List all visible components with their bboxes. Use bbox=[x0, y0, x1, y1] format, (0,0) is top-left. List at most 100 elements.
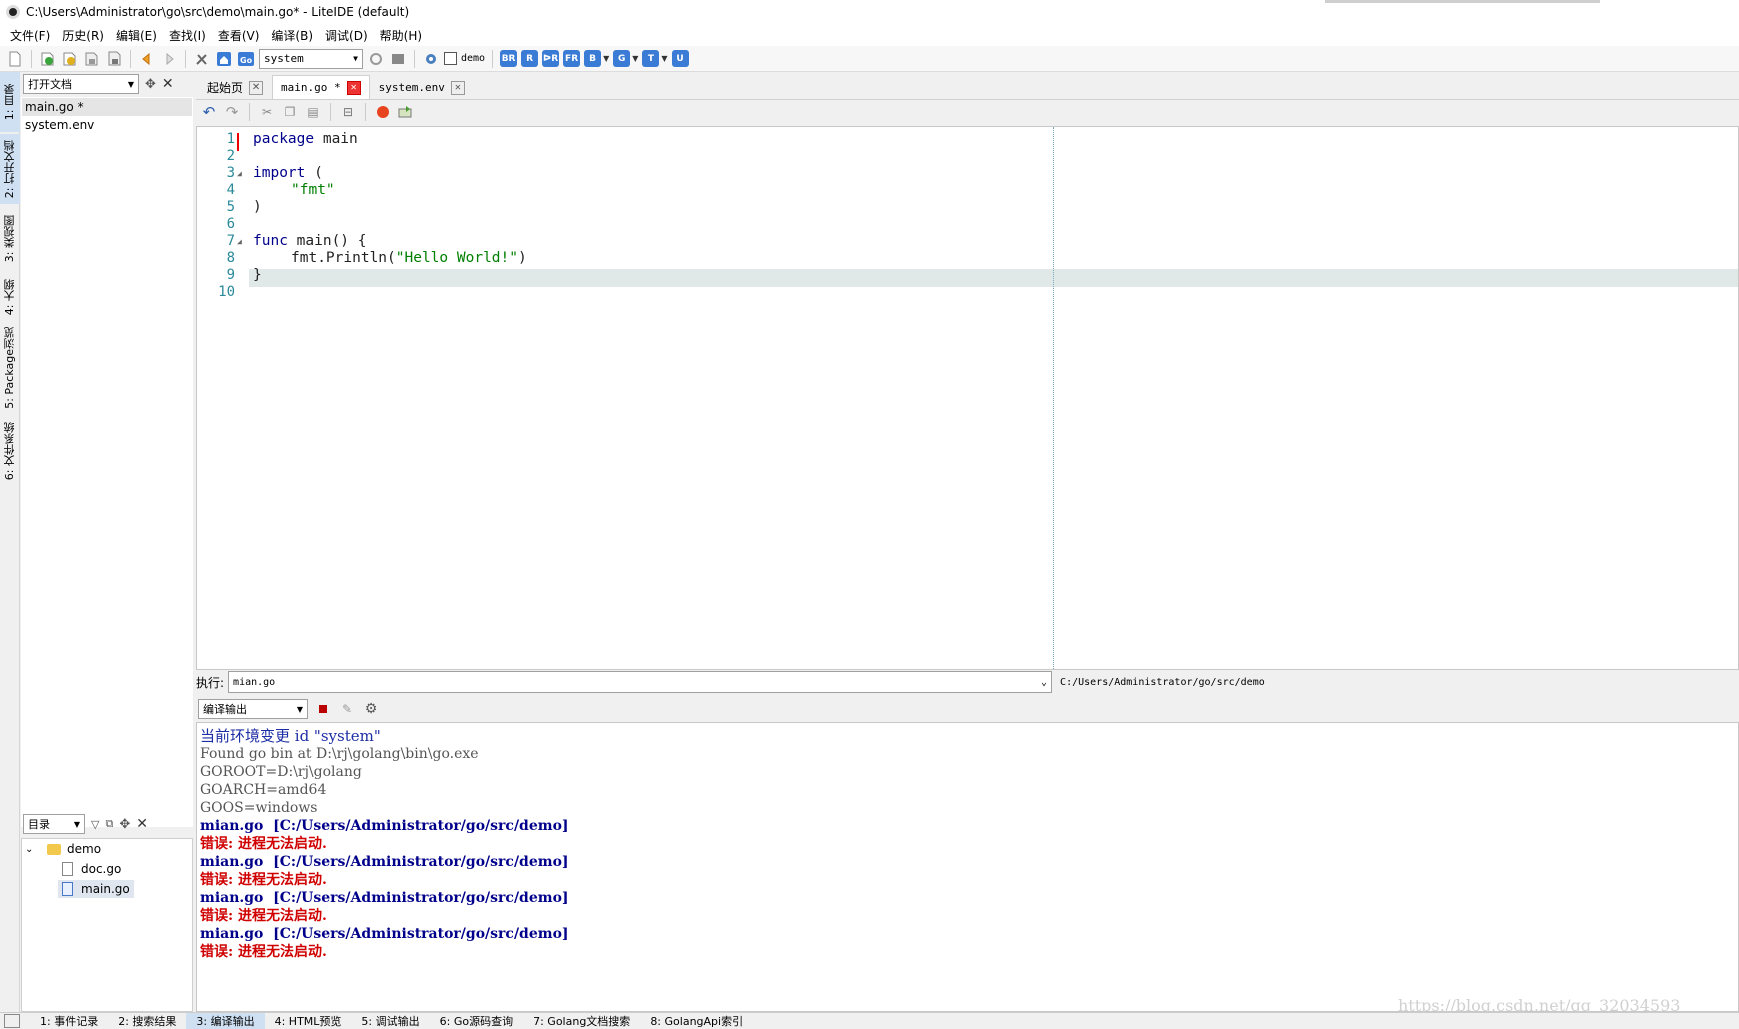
modified-line-marker bbox=[237, 133, 239, 151]
copy-icon[interactable]: ❐ bbox=[281, 103, 299, 121]
run-command-input[interactable]: mian.go ⌄ bbox=[228, 671, 1053, 693]
open-docs-list: main.go * system.env bbox=[21, 97, 193, 827]
tree-node-main-go[interactable]: main.go bbox=[22, 879, 192, 899]
file-run-button[interactable]: FR bbox=[563, 50, 581, 67]
chevron-down-icon[interactable]: ⌄ bbox=[25, 844, 41, 855]
menu-find[interactable]: 查找(I) bbox=[163, 27, 212, 44]
gear-icon[interactable]: ⚙ bbox=[362, 700, 380, 718]
toggle-panels-icon[interactable] bbox=[4, 1013, 20, 1028]
home-icon[interactable] bbox=[215, 50, 233, 68]
right-margin-guide bbox=[1053, 127, 1054, 669]
stop-icon[interactable] bbox=[314, 700, 332, 718]
open-docs-select[interactable]: 打开文档 ▼ bbox=[23, 74, 139, 94]
run-button[interactable]: R bbox=[521, 50, 539, 67]
status-tab[interactable]: 3: 编译输出 bbox=[186, 1012, 265, 1029]
new-file-icon[interactable] bbox=[6, 50, 24, 68]
tree-node-demo[interactable]: ⌄ demo bbox=[22, 839, 192, 859]
open-file-icon[interactable] bbox=[39, 50, 57, 68]
menu-edit[interactable]: 编辑(E) bbox=[110, 27, 163, 44]
filter-icon[interactable]: ▽ bbox=[91, 818, 99, 831]
env-select[interactable]: system ▼ bbox=[259, 48, 363, 69]
cut-icon[interactable]: ✂ bbox=[258, 103, 276, 121]
get-button[interactable]: G bbox=[613, 50, 631, 67]
demo-checkbox[interactable] bbox=[444, 52, 457, 65]
run-terminal-button[interactable]: ᐅR bbox=[542, 50, 560, 67]
output-line: 当前环境变更 id "system" bbox=[200, 727, 381, 745]
back-icon[interactable] bbox=[138, 50, 156, 68]
status-tab[interactable]: 2: 搜索结果 bbox=[108, 1013, 186, 1029]
side-tab-directory[interactable]: 1: 目录 bbox=[0, 72, 20, 132]
side-tab-package-browser[interactable]: 5: Package浏览 bbox=[0, 326, 20, 410]
side-tab-filesystem[interactable]: 6: 文件系统 bbox=[0, 416, 20, 486]
float-panel-icon[interactable]: ✥ bbox=[145, 77, 156, 92]
tools-icon[interactable] bbox=[193, 50, 211, 68]
lock-icon[interactable]: ⊟ bbox=[339, 103, 357, 121]
clear-output-icon[interactable]: ✎ bbox=[338, 700, 356, 718]
status-tab[interactable]: 6: Go源码查询 bbox=[430, 1013, 523, 1029]
code-editor[interactable]: 1 2 3 ◢ 4 5 6 7 ◢ 8 9 10 package main im… bbox=[196, 126, 1739, 670]
gear-icon[interactable] bbox=[422, 50, 440, 68]
side-tab-open-docs[interactable]: 2: 打开文档 bbox=[0, 134, 20, 204]
go-icon[interactable]: Go bbox=[237, 50, 255, 68]
list-item[interactable]: main.go * bbox=[22, 98, 192, 116]
chevron-down-icon[interactable]: ▼ bbox=[661, 54, 667, 63]
float-panel-icon[interactable]: ✥ bbox=[119, 817, 130, 832]
status-tab[interactable]: 4: HTML预览 bbox=[265, 1013, 352, 1029]
menu-help[interactable]: 帮助(H) bbox=[374, 27, 428, 44]
build-and-run-button[interactable]: BR bbox=[500, 50, 518, 67]
status-tab[interactable]: 5: 调试输出 bbox=[351, 1013, 429, 1029]
tab-start-page[interactable]: 起始页 ✕ bbox=[198, 75, 272, 99]
menu-history[interactable]: 历史(R) bbox=[56, 27, 110, 44]
export-icon[interactable] bbox=[397, 103, 415, 121]
menu-build[interactable]: 编译(B) bbox=[265, 27, 319, 44]
code-line-9: } bbox=[253, 267, 262, 283]
dir-select[interactable]: 目录 ▼ bbox=[23, 814, 85, 834]
save-icon[interactable] bbox=[83, 50, 101, 68]
menu-file[interactable]: 文件(F) bbox=[4, 27, 56, 44]
line-number: 2 bbox=[226, 148, 235, 164]
status-tab[interactable]: 8: GolangApi索引 bbox=[640, 1013, 753, 1029]
update-button[interactable]: U bbox=[671, 50, 689, 67]
tab-main-go[interactable]: main.go * ✕ bbox=[272, 75, 370, 99]
chevron-down-icon[interactable]: ▼ bbox=[632, 54, 638, 63]
paste-icon[interactable]: ▤ bbox=[304, 103, 322, 121]
close-icon[interactable]: ✕ bbox=[450, 80, 465, 95]
close-icon[interactable]: ✕ bbox=[162, 76, 174, 92]
tab-system-env[interactable]: system.env ✕ bbox=[370, 75, 474, 99]
status-tab[interactable]: 7: Golang文档搜索 bbox=[523, 1013, 640, 1029]
forward-icon[interactable] bbox=[160, 50, 178, 68]
side-tab-outline[interactable]: 4: 大纲 bbox=[0, 272, 20, 322]
output-text[interactable]: 当前环境变更 id "system" Found go bin at D:\rj\… bbox=[196, 722, 1739, 1012]
refresh-env-icon[interactable] bbox=[367, 50, 385, 68]
output-select[interactable]: 编译输出 ▼ bbox=[198, 699, 308, 719]
side-tab-class-view[interactable]: 3: 类视图 bbox=[0, 208, 20, 270]
fold-arrow-icon[interactable]: ◢ bbox=[237, 237, 242, 246]
redo-icon[interactable]: ↷ bbox=[223, 103, 241, 121]
env-edit-icon[interactable] bbox=[389, 50, 407, 68]
tab-label: system.env bbox=[378, 81, 445, 94]
chevron-down-icon[interactable]: ▼ bbox=[603, 54, 609, 63]
menu-view[interactable]: 查看(V) bbox=[212, 27, 266, 44]
fold-arrow-icon[interactable]: ◢ bbox=[237, 169, 242, 178]
close-icon[interactable]: ✕ bbox=[136, 816, 148, 832]
undo-icon[interactable]: ↶ bbox=[200, 103, 218, 121]
save-all-icon[interactable] bbox=[105, 50, 123, 68]
editor-toolbar: ↶ ↷ ✂ ❐ ▤ ⊟ bbox=[196, 100, 1739, 124]
test-button[interactable]: T bbox=[642, 50, 660, 67]
chevron-down-icon[interactable]: ⌄ bbox=[1041, 677, 1047, 688]
selected-node: main.go bbox=[58, 880, 134, 898]
close-icon[interactable]: ✕ bbox=[346, 80, 361, 95]
build-button[interactable]: B bbox=[584, 50, 602, 67]
editor-area: 起始页 ✕ main.go * ✕ system.env ✕ ↶ ↷ ✂ ❐ ▤… bbox=[196, 72, 1739, 670]
tree-node-doc-go[interactable]: doc.go bbox=[22, 859, 192, 879]
open-folder-icon[interactable] bbox=[61, 50, 79, 68]
record-icon[interactable] bbox=[374, 103, 392, 121]
output-line: GOROOT=D:\rj\golang bbox=[200, 764, 362, 780]
menu-debug[interactable]: 调试(D) bbox=[319, 27, 374, 44]
close-icon[interactable]: ✕ bbox=[249, 80, 264, 95]
line-number: 1 bbox=[226, 131, 235, 147]
output-tab-bar: 1: 事件记录 2: 搜索结果 3: 编译输出 4: HTML预览 5: 调试输出 6: … bbox=[30, 1012, 753, 1029]
status-tab[interactable]: 1: 事件记录 bbox=[30, 1013, 108, 1029]
new-window-icon[interactable]: ⧉ bbox=[105, 817, 113, 831]
list-item[interactable]: system.env bbox=[22, 116, 192, 134]
